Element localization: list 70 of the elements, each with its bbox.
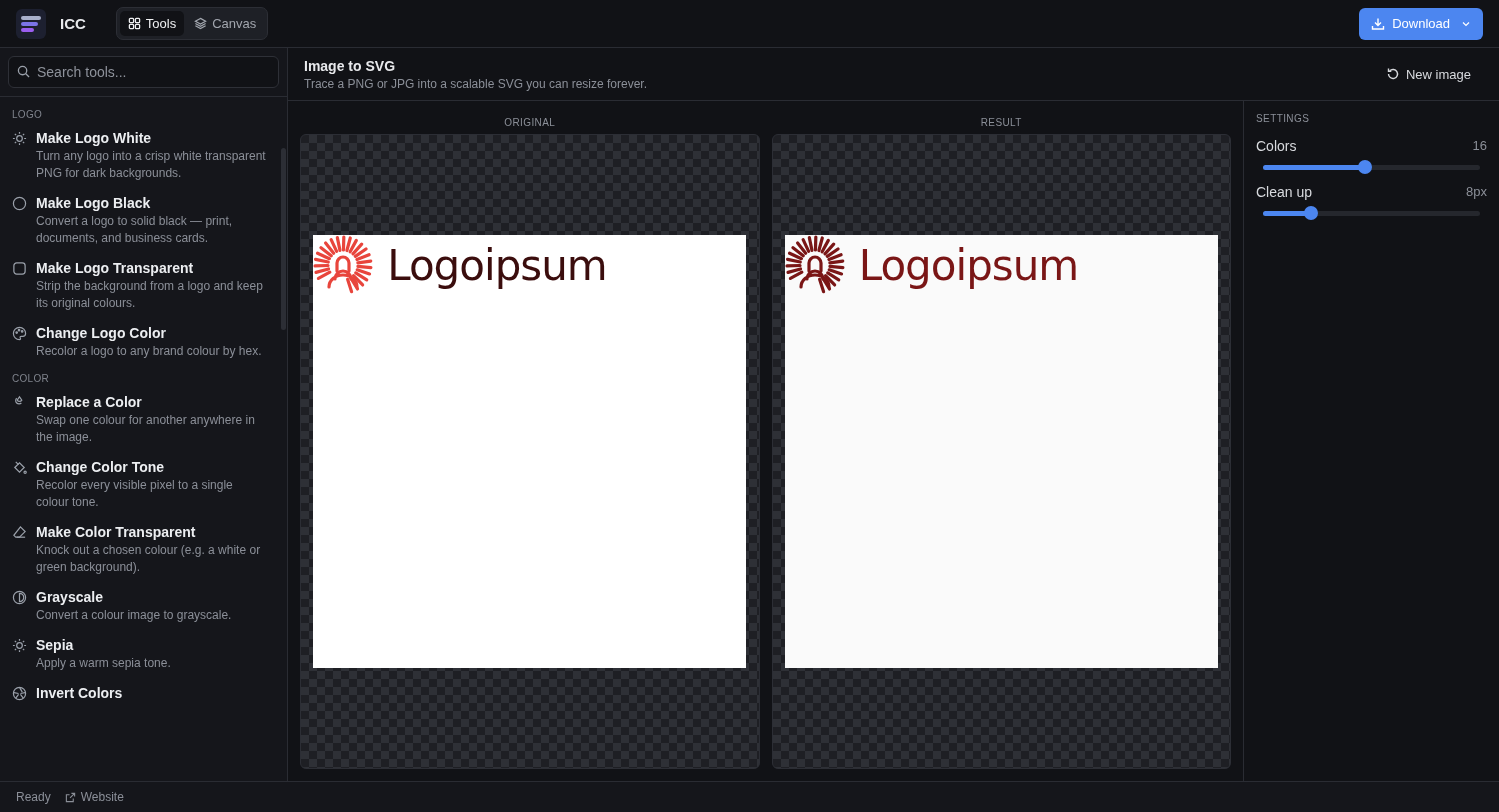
contrast-icon bbox=[12, 590, 27, 605]
palette-icon bbox=[12, 326, 27, 341]
scrollbar[interactable] bbox=[281, 148, 286, 330]
app-name: ICC bbox=[60, 15, 86, 32]
tool-description: Knock out a chosen colour (e.g. a white or green background). bbox=[36, 542, 262, 576]
grid-icon bbox=[127, 17, 141, 30]
tool-name: Make Color Transparent bbox=[36, 524, 197, 540]
settings-heading: SETTINGS bbox=[1256, 113, 1311, 124]
logo-wordmark: Logoipsum bbox=[387, 240, 607, 290]
refresh-icon bbox=[1385, 67, 1400, 81]
status-text: Ready bbox=[16, 790, 51, 804]
tool-item[interactable]: Make Color Transparent Knock out a chosen colour (e.g. a white or green background). bbox=[12, 524, 273, 576]
tool-item[interactable]: Sepia Apply a warm sepia tone. bbox=[12, 637, 273, 672]
website-link[interactable]: Website bbox=[64, 790, 124, 804]
tool-description: Turn any logo into a crisp white transparent PNG for dark backgrounds. bbox=[36, 148, 267, 182]
tool-name: Sepia bbox=[36, 637, 75, 653]
logo-wordmark: Logoipsum bbox=[858, 240, 1079, 290]
panel-label: ORIGINAL bbox=[503, 117, 557, 128]
tool-item[interactable]: Invert Colors bbox=[12, 685, 273, 701]
tool-description: Strip the background from a logo and keep its original colours. bbox=[36, 278, 264, 312]
slider[interactable] bbox=[1263, 160, 1480, 174]
external-link-icon bbox=[64, 791, 76, 803]
tool-item[interactable]: Make Logo Black Convert a logo to solid black — print, documents, and business cards. bbox=[12, 195, 273, 247]
slider[interactable] bbox=[1263, 206, 1480, 220]
slider-value: 8px bbox=[1466, 184, 1487, 200]
tool-subtitle: Trace a PNG or JPG into a scalable SVG you can resize forever. bbox=[304, 76, 648, 91]
tool-item[interactable]: Make Logo White Turn any logo into a crisp white transparent PNG for dark backgrounds. bbox=[12, 130, 273, 182]
eraser-icon bbox=[12, 525, 27, 540]
tool-name: Replace a Color bbox=[36, 394, 143, 410]
tool-name: Make Logo Black bbox=[36, 195, 152, 211]
paint-bucket-icon bbox=[12, 460, 27, 475]
search-field[interactable]: Search tools... bbox=[8, 56, 279, 88]
tool-item[interactable]: Change Logo Color Recolor a logo to any brand colour by hex. bbox=[12, 325, 273, 360]
tool-description: Convert a logo to solid black — print, documents, and business cards. bbox=[36, 213, 234, 247]
tool-title: Image to SVG bbox=[304, 57, 397, 74]
tool-name: Make Logo Transparent bbox=[36, 260, 195, 276]
tool-description: Convert a colour image to grayscale. bbox=[36, 607, 232, 624]
tool-name: Grayscale bbox=[36, 589, 104, 605]
download-icon bbox=[1371, 16, 1386, 31]
sunburst-logo-icon bbox=[784, 235, 845, 295]
sun-icon bbox=[12, 638, 27, 653]
square-icon bbox=[12, 261, 27, 276]
tool-name: Invert Colors bbox=[36, 685, 123, 701]
mode-tab[interactable]: Tools bbox=[119, 11, 185, 36]
tool-description: Recolor every visible pixel to a single colour tone. bbox=[36, 477, 234, 511]
app-logo-icon bbox=[16, 8, 46, 39]
download-button[interactable]: Download bbox=[1359, 7, 1483, 40]
tool-description: Apply a warm sepia tone. bbox=[36, 655, 171, 672]
circle-icon bbox=[12, 196, 27, 211]
tool-description: Recolor a logo to any brand colour by hex. bbox=[36, 343, 262, 360]
mode-tab[interactable]: Canvas bbox=[186, 11, 265, 36]
tool-item[interactable]: Replace a Color Swap one colour for another anywhere in the image. bbox=[12, 394, 273, 446]
section-heading: COLOR bbox=[12, 373, 51, 384]
layers-icon bbox=[194, 17, 208, 30]
tool-description: Swap one colour for another anywhere in the image. bbox=[36, 412, 256, 446]
sunburst-logo-icon bbox=[313, 235, 374, 295]
tool-item[interactable]: Make Logo Transparent Strip the background from a logo and keep its original colours. bbox=[12, 260, 273, 312]
tool-name: Make Logo White bbox=[36, 130, 153, 146]
tool-name: Change Logo Color bbox=[36, 325, 167, 341]
panel-label: RESULT bbox=[979, 117, 1023, 128]
slider-label: Colors bbox=[1256, 138, 1297, 154]
sun-icon bbox=[12, 131, 27, 146]
tool-item[interactable]: Change Color Tone Recolor every visible pixel to a single colour tone. bbox=[12, 459, 273, 511]
slider-value: 16 bbox=[1472, 138, 1487, 154]
tool-item[interactable]: Grayscale Convert a colour image to grayscale. bbox=[12, 589, 273, 624]
new-image-button[interactable]: New image bbox=[1373, 60, 1483, 88]
aperture-icon bbox=[12, 686, 27, 701]
section-heading: LOGO bbox=[12, 109, 44, 120]
slider-label: Clean up bbox=[1256, 184, 1313, 200]
tool-name: Change Color Tone bbox=[36, 459, 166, 475]
